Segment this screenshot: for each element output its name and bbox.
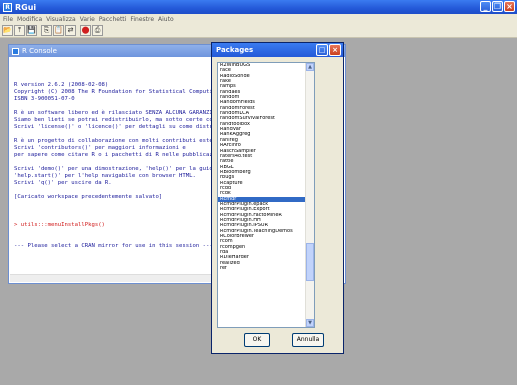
scroll-down-icon[interactable]: ▼ <box>306 319 314 327</box>
packages-scrollbar[interactable]: ▲ ▼ <box>305 63 314 327</box>
dialog-maximize-button[interactable]: □ <box>316 44 328 56</box>
copy-paste-icon[interactable]: ⇄ <box>65 25 76 36</box>
load-workspace-icon[interactable]: ⤒ <box>14 25 25 36</box>
main-title-bar: R RGui _ ❐ × <box>0 0 517 14</box>
save-workspace-icon[interactable]: 💾 <box>26 25 37 36</box>
stop-icon[interactable]: ⬤ <box>80 25 91 36</box>
packages-listbox[interactable]: R2WinBUGS race RadioSonde rake ramps randaes r… <box>217 62 315 328</box>
app-title: RGui <box>15 2 37 12</box>
toolbar: 📂 ⤒ 💾 ⎘ 📋 ⇄ ⬤ ⎙ <box>0 24 517 38</box>
dialog-window-controls: □ × <box>316 44 341 56</box>
paste-icon[interactable]: 📋 <box>53 25 64 36</box>
cancel-button[interactable]: Annulla <box>292 333 324 347</box>
restore-button[interactable]: ❐ <box>492 1 503 12</box>
menu-aiuto[interactable]: Aiuto <box>158 16 174 23</box>
menu-varie[interactable]: Varie <box>80 16 95 23</box>
package-items: R2WinBUGS race RadioSonde rake ramps randaes r… <box>218 63 314 271</box>
open-script-icon[interactable]: 📂 <box>2 25 13 36</box>
menu-finestre[interactable]: Finestre <box>130 16 154 23</box>
console-title: R Console <box>22 47 57 55</box>
print-icon[interactable]: ⎙ <box>92 25 103 36</box>
menu-visualizza[interactable]: Visualizza <box>46 16 76 23</box>
window-controls: _ ❐ × <box>480 1 515 12</box>
scroll-up-icon[interactable]: ▲ <box>306 63 314 71</box>
r-console-icon <box>12 47 19 55</box>
package-list-item[interactable]: ref <box>218 266 314 271</box>
packages-dialog: Packages □ × R2WinBUGS race RadioSonde rake… <box>211 42 344 354</box>
dialog-title-bar: Packages □ × <box>212 43 343 57</box>
scroll-thumb[interactable] <box>306 243 314 281</box>
menu-pacchetti[interactable]: Pacchetti <box>99 16 127 23</box>
close-button[interactable]: × <box>504 1 515 12</box>
dialog-title: Packages <box>216 46 254 54</box>
r-app-icon: R <box>3 2 12 12</box>
menu-bar: File Modifica Visualizza Varie Pacchetti… <box>0 14 517 24</box>
menu-modifica[interactable]: Modifica <box>17 16 42 23</box>
dialog-close-button[interactable]: × <box>329 44 341 56</box>
ok-button[interactable]: OK <box>244 333 270 347</box>
minimize-button[interactable]: _ <box>480 1 491 12</box>
menu-file[interactable]: File <box>3 16 13 23</box>
copy-icon[interactable]: ⎘ <box>41 25 52 36</box>
